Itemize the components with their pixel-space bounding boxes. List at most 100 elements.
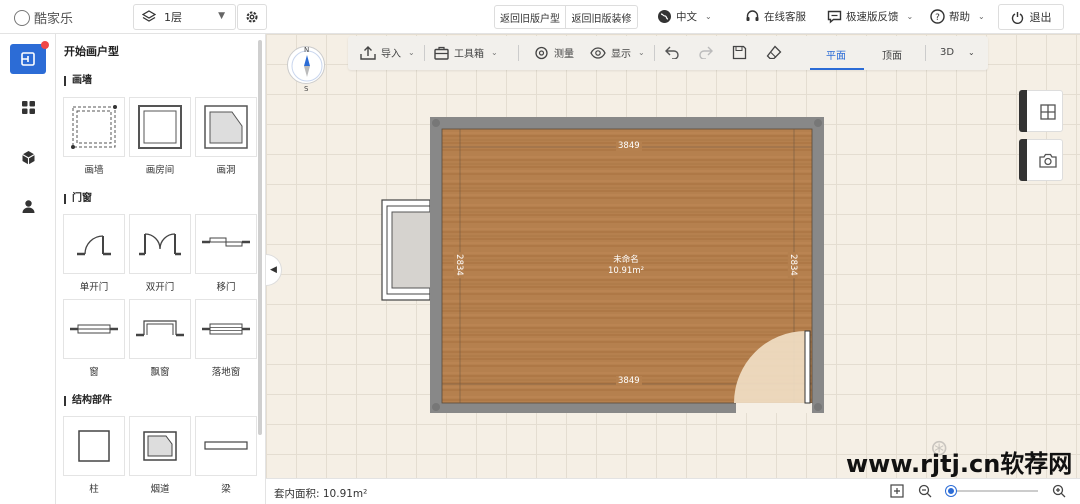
tile-label: 飘窗 [150, 367, 170, 378]
tile-label: 画墙 [84, 165, 104, 176]
online-service-link[interactable]: 在线客服 [745, 9, 806, 24]
tab-plan[interactable]: 平面 [826, 47, 846, 62]
nav-floorplan[interactable] [10, 41, 49, 74]
chevron-down-icon: ⌄ [491, 48, 498, 57]
tool-sliding-door[interactable]: 移门 [195, 214, 257, 293]
toolbox-label: 工具箱 [454, 49, 484, 60]
room-area: 10.91m² [607, 266, 645, 276]
tool-draw-room[interactable]: 画房间 [129, 97, 191, 176]
tab-3d[interactable]: 3D [940, 47, 954, 58]
upload-icon [360, 45, 376, 60]
tool-beam[interactable]: 梁 [195, 416, 257, 495]
nav-catalog[interactable] [10, 92, 46, 122]
chevron-down-icon: ⌄ [638, 48, 645, 57]
cube-icon [21, 150, 35, 164]
measure-button[interactable]: 测量 [534, 45, 574, 60]
floorplan-icon [21, 52, 35, 66]
globe-icon [658, 10, 671, 23]
tile-label: 落地窗 [211, 367, 241, 378]
tool-flue[interactable]: 烟道 [129, 416, 191, 495]
display-label: 显示 [611, 49, 631, 60]
tile-label: 单开门 [79, 282, 109, 293]
logo-icon [14, 9, 30, 26]
flue-icon [143, 431, 177, 461]
feedback-menu[interactable]: 极速版反馈 ⌄ [827, 9, 913, 24]
eraser-button[interactable] [766, 45, 782, 59]
watermark-text: www.rjtj.cn软荐网 [846, 450, 1073, 478]
room-name: 未命名 [613, 255, 639, 265]
tool-draw-wall[interactable]: 画墙 [63, 97, 125, 176]
toolbar-divider [654, 45, 655, 61]
sliding-door-icon [202, 237, 250, 247]
camera-icon [1039, 153, 1057, 168]
zoom-controls [890, 484, 1066, 498]
screenshot-button[interactable] [1019, 139, 1063, 181]
feedback-label: 极速版反馈 [846, 11, 899, 23]
zoom-in-icon[interactable] [1052, 484, 1066, 498]
floor-select[interactable]: 1层 ▼ [133, 4, 236, 30]
tile-label: 梁 [221, 484, 231, 495]
layout-view-button[interactable] [1019, 90, 1063, 132]
layout-icon [1040, 104, 1056, 120]
zoom-out-icon[interactable] [918, 484, 932, 498]
toolbox-menu[interactable]: 工具箱 ⌄ [434, 45, 498, 60]
headset-icon [746, 10, 759, 21]
tool-window[interactable]: 窗 [63, 299, 125, 378]
nav-account[interactable] [10, 191, 46, 221]
tab-ceiling[interactable]: 顶面 [882, 47, 902, 62]
logout-button[interactable]: 退出 [998, 4, 1064, 30]
help-icon: ? [930, 9, 945, 24]
import-menu[interactable]: 导入 ⌄ [360, 45, 415, 60]
tile-label: 移门 [216, 282, 236, 293]
display-menu[interactable]: 显示 ⌄ [590, 45, 645, 60]
tab-handle [1019, 139, 1027, 181]
app-logo[interactable]: 酷家乐 [14, 8, 73, 27]
old-floorplan-button[interactable]: 返回旧版户型 [494, 5, 566, 29]
grid-icon [21, 100, 35, 114]
active-tab-indicator [810, 68, 864, 70]
tool-single-door[interactable]: 单开门 [63, 214, 125, 293]
status-bar: 套内面积: 10.91m² [266, 478, 1080, 504]
tool-double-door[interactable]: 双开门 [129, 214, 191, 293]
section-title-doors-windows: 门窗 [64, 194, 92, 204]
power-icon [1011, 11, 1023, 24]
language-menu[interactable]: 中文 ⌄ [657, 9, 712, 24]
bay-window-icon [136, 320, 184, 337]
tile-label: 画房间 [145, 165, 175, 176]
user-icon [22, 199, 34, 213]
tool-draw-hole[interactable]: 画洞 [195, 97, 257, 176]
undo-button[interactable] [664, 45, 680, 59]
fit-view-icon[interactable] [890, 484, 904, 498]
tool-french-window[interactable]: 落地窗 [195, 299, 257, 378]
tool-bay-window[interactable]: 飘窗 [129, 299, 191, 378]
redo-button[interactable] [698, 45, 714, 59]
settings-button[interactable] [237, 4, 267, 30]
help-menu[interactable]: ? 帮助 ⌄ [930, 9, 985, 24]
room-label[interactable]: 未命名 10.91m² [596, 255, 656, 277]
chevron-down-icon: ⌄ [906, 12, 914, 21]
panel-scrollbar[interactable] [258, 40, 262, 435]
zoom-slider-knob[interactable] [946, 486, 956, 496]
zoom-slider[interactable] [946, 486, 1038, 496]
tool-column[interactable]: 柱 [63, 416, 125, 495]
logo-text: 酷家乐 [34, 12, 74, 27]
compass-north: N [304, 46, 310, 54]
chevron-down-icon[interactable]: ⌄ [968, 48, 975, 57]
floorplan-drawing [381, 117, 824, 413]
nav-models[interactable] [10, 142, 46, 172]
save-button[interactable] [732, 45, 747, 60]
design-canvas[interactable]: 3849 3849 2834 2834 未命名 10.91m² [266, 34, 1080, 478]
old-decor-button[interactable]: 返回旧版装修 [566, 5, 638, 29]
eye-icon [590, 46, 606, 59]
top-bar: 酷家乐 1层 ▼ 返回旧版户型 返回旧版装修 中文 ⌄ 在线客服 极速版反馈 ⌄… [0, 0, 1080, 34]
tile-label: 窗 [89, 367, 99, 378]
collapse-arrow-icon: ◀ [270, 265, 277, 275]
logout-label: 退出 [1029, 11, 1052, 24]
floorplan-tool-panel: 开始画户型 画墙 画墙 画房间 画洞 门窗 单开门 双开门 移门 窗 飘窗 落地… [56, 34, 266, 504]
chevron-down-icon: ▼ [218, 11, 225, 21]
dimension-left: 2834 [453, 252, 464, 278]
compass[interactable]: N S [287, 46, 325, 93]
chevron-down-icon: ⌄ [978, 12, 985, 21]
tab-handle [1019, 90, 1027, 132]
section-title-wall: 画墙 [64, 76, 92, 86]
